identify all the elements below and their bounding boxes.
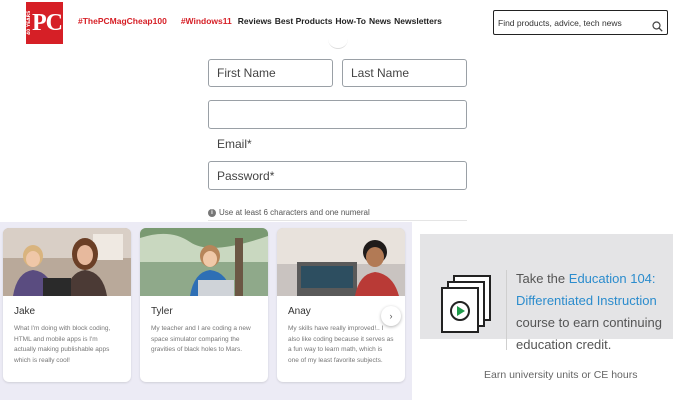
student-quote: What I'm doing with block coding, HTML a… bbox=[14, 325, 111, 364]
top-nav: #ThePCMagCheap100 #Windows11 Reviews Bes… bbox=[78, 16, 442, 26]
student-name: Tyler bbox=[151, 306, 173, 317]
student-name: Anay bbox=[288, 306, 311, 317]
ad-divider bbox=[506, 270, 507, 350]
email-label: Email* bbox=[217, 137, 252, 151]
modal-scroll-indicator bbox=[328, 38, 348, 49]
testimonial-card[interactable]: Anay My skills have really improved!.. I… bbox=[277, 228, 405, 382]
nav-link-news[interactable]: News bbox=[369, 16, 391, 26]
ad-text-after: course to earn continuing education cred… bbox=[516, 315, 662, 352]
earn-units-text: Earn university units or CE hours bbox=[484, 369, 638, 381]
course-ad[interactable]: Take the Education 104: Differentiated I… bbox=[420, 234, 673, 352]
ad-text: Take the Education 104: Differentiated I… bbox=[516, 268, 676, 356]
student-photo-anay bbox=[277, 228, 405, 296]
password-hint: i Use at least 6 characters and one nume… bbox=[208, 208, 370, 217]
testimonial-carousel: Jake What I'm doing with block coding, H… bbox=[0, 222, 412, 400]
password-hint-text: Use at least 6 characters and one numera… bbox=[219, 208, 370, 217]
trending-link-cheap100[interactable]: #ThePCMagCheap100 bbox=[78, 16, 167, 26]
student-quote: My teacher and I are coding a new space … bbox=[151, 325, 251, 353]
search-box bbox=[493, 10, 668, 35]
nav-links: Reviews Best Products How-To News Newsle… bbox=[238, 16, 442, 26]
search-input[interactable] bbox=[498, 14, 648, 31]
nav-link-how-to[interactable]: How-To bbox=[335, 16, 366, 26]
testimonial-card[interactable]: Tyler My teacher and I are coding a new … bbox=[140, 228, 268, 382]
logo-letters: PC bbox=[32, 9, 63, 36]
info-icon: i bbox=[208, 208, 216, 217]
nav-link-newsletters[interactable]: Newsletters bbox=[394, 16, 442, 26]
testimonial-card[interactable]: Jake What I'm doing with block coding, H… bbox=[3, 228, 131, 382]
email-field[interactable] bbox=[208, 100, 467, 129]
trending-link-windows11[interactable]: #Windows11 bbox=[181, 16, 232, 26]
search-icon[interactable] bbox=[652, 17, 663, 36]
student-photo-jake bbox=[3, 228, 131, 296]
site-header: 40 YEARS PC #ThePCMagCheap100 #Windows11… bbox=[0, 0, 700, 44]
ad-text-before: Take the bbox=[516, 271, 566, 286]
student-quote: My skills have really improved!.. I also… bbox=[288, 325, 394, 364]
nav-link-best-products[interactable]: Best Products bbox=[275, 16, 333, 26]
nav-link-reviews[interactable]: Reviews bbox=[238, 16, 272, 26]
password-field[interactable] bbox=[208, 161, 467, 190]
student-photo-tyler bbox=[140, 228, 268, 296]
student-name: Jake bbox=[14, 306, 36, 317]
pcmag-logo[interactable]: 40 YEARS PC bbox=[26, 2, 63, 44]
last-name-field[interactable] bbox=[342, 59, 467, 87]
first-name-field[interactable] bbox=[208, 59, 333, 87]
logo-years-text: 40 YEARS bbox=[27, 10, 32, 36]
form-divider bbox=[208, 220, 467, 221]
carousel-next-button[interactable]: › bbox=[381, 306, 401, 326]
video-course-icon bbox=[440, 274, 494, 340]
